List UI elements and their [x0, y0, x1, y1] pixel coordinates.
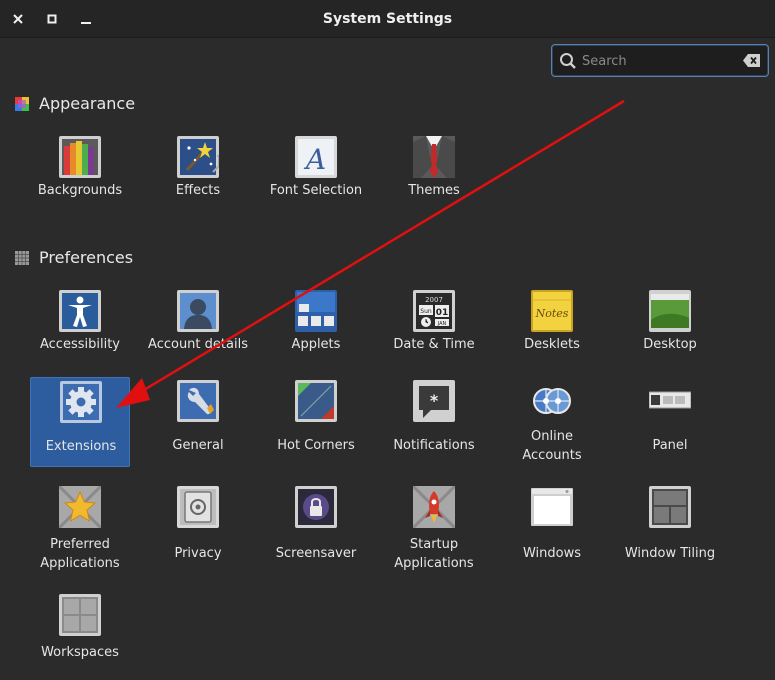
- item-accessibility[interactable]: Accessibility: [30, 276, 130, 366]
- search-box[interactable]: [551, 44, 769, 77]
- themes-icon: [413, 136, 455, 178]
- svg-text:A: A: [303, 143, 326, 176]
- item-extensions[interactable]: Extensions: [30, 377, 130, 467]
- item-label: Themes: [408, 183, 460, 198]
- item-font-selection[interactable]: A Font Selection: [266, 122, 366, 212]
- notifications-icon: *: [413, 380, 455, 422]
- svg-text:JAN: JAN: [437, 321, 447, 327]
- item-label-line2: Applications: [394, 556, 474, 571]
- effects-icon: [177, 136, 219, 178]
- windows-icon: [531, 488, 573, 526]
- item-label: Applets: [291, 337, 341, 352]
- workspaces-icon: [59, 594, 101, 636]
- item-label: Effects: [175, 183, 221, 198]
- item-label-line1: Online: [531, 429, 573, 444]
- item-label: Extensions: [45, 439, 117, 454]
- item-privacy[interactable]: Privacy: [148, 476, 248, 566]
- item-preferred-applications[interactable]: Preferred Applications: [30, 476, 130, 571]
- svg-text:*: *: [430, 391, 439, 410]
- account-details-icon: [177, 290, 219, 332]
- item-label: Online Accounts: [488, 427, 616, 465]
- item-label: Desklets: [524, 337, 580, 352]
- appearance-color-icon: [15, 96, 29, 111]
- item-online-accounts[interactable]: Online Accounts: [502, 374, 602, 464]
- item-general[interactable]: General: [148, 374, 248, 464]
- section-label: Preferences: [39, 248, 134, 267]
- item-label: Panel: [652, 438, 688, 453]
- search-input[interactable]: [582, 51, 732, 71]
- item-panel[interactable]: Panel: [620, 374, 720, 464]
- preferred-applications-icon: [59, 486, 101, 528]
- desklets-icon: Notes: [531, 290, 573, 332]
- item-label: Font Selection: [269, 183, 363, 198]
- item-themes[interactable]: Themes: [384, 122, 484, 212]
- item-startup-applications[interactable]: Startup Applications: [384, 476, 484, 571]
- item-label: Windows: [522, 546, 582, 561]
- item-effects[interactable]: Effects: [148, 122, 248, 212]
- applets-icon: [295, 290, 337, 332]
- window-titlebar: System Settings: [0, 0, 775, 38]
- general-icon: [177, 380, 219, 422]
- window-tiling-icon: [649, 486, 691, 528]
- item-label-line1: Preferred: [50, 537, 110, 552]
- search-icon: [560, 53, 576, 69]
- extensions-icon: [60, 381, 102, 423]
- svg-text:Sun: Sun: [420, 308, 432, 315]
- item-label: Screensaver: [275, 546, 357, 561]
- startup-applications-icon: [413, 486, 455, 528]
- accessibility-icon: [59, 290, 101, 332]
- svg-text:01: 01: [436, 308, 449, 318]
- item-desktop[interactable]: Desktop: [620, 276, 720, 366]
- screensaver-icon: [295, 486, 337, 528]
- item-label: Date & Time: [393, 337, 475, 352]
- section-preferences: Preferences: [15, 248, 133, 267]
- svg-text:Notes: Notes: [535, 307, 569, 320]
- desktop-icon: [649, 290, 691, 332]
- item-label: General: [172, 438, 224, 453]
- item-label: Notifications: [393, 438, 475, 453]
- item-window-tiling[interactable]: Window Tiling: [620, 476, 720, 566]
- item-account-details[interactable]: Account details: [148, 276, 248, 366]
- item-backgrounds[interactable]: Backgrounds: [30, 122, 130, 212]
- item-label-line1: Startup: [409, 537, 459, 552]
- backgrounds-icon: [59, 136, 101, 178]
- item-label: Hot Corners: [277, 438, 355, 453]
- item-label-line2: Applications: [40, 556, 120, 571]
- online-accounts-icon: [533, 388, 571, 414]
- font-selection-icon: A: [295, 136, 337, 178]
- preferences-grid-icon: [15, 250, 29, 265]
- svg-text:2007: 2007: [425, 296, 443, 304]
- item-screensaver[interactable]: Screensaver: [266, 476, 366, 566]
- clear-search-icon[interactable]: [743, 53, 761, 68]
- item-label: Privacy: [174, 546, 222, 561]
- section-label: Appearance: [39, 94, 136, 113]
- item-hot-corners[interactable]: Hot Corners: [266, 374, 366, 464]
- item-windows[interactable]: Windows: [502, 476, 602, 566]
- item-notifications[interactable]: * Notifications: [384, 374, 484, 464]
- item-label: Startup Applications: [370, 535, 498, 573]
- item-label: Window Tiling: [624, 546, 716, 561]
- panel-icon: [649, 391, 691, 409]
- item-applets[interactable]: Applets: [266, 276, 366, 366]
- privacy-icon: [177, 486, 219, 528]
- window-title: System Settings: [322, 11, 453, 27]
- item-label: Desktop: [643, 337, 697, 352]
- item-label-line2: Accounts: [522, 448, 582, 463]
- item-workspaces[interactable]: Workspaces: [30, 584, 130, 674]
- item-date-time[interactable]: 2007 Sun 01 JAN Date & Time: [384, 276, 484, 366]
- item-label: Preferred Applications: [16, 535, 144, 573]
- item-label: Workspaces: [41, 645, 119, 660]
- item-label: Backgrounds: [37, 183, 123, 198]
- item-label: Accessibility: [40, 337, 120, 352]
- item-desklets[interactable]: Notes Desklets: [502, 276, 602, 366]
- date-time-icon: 2007 Sun 01 JAN: [413, 290, 455, 332]
- item-label: Account details: [148, 337, 248, 352]
- section-appearance: Appearance: [15, 94, 135, 113]
- hot-corners-icon: [295, 380, 337, 422]
